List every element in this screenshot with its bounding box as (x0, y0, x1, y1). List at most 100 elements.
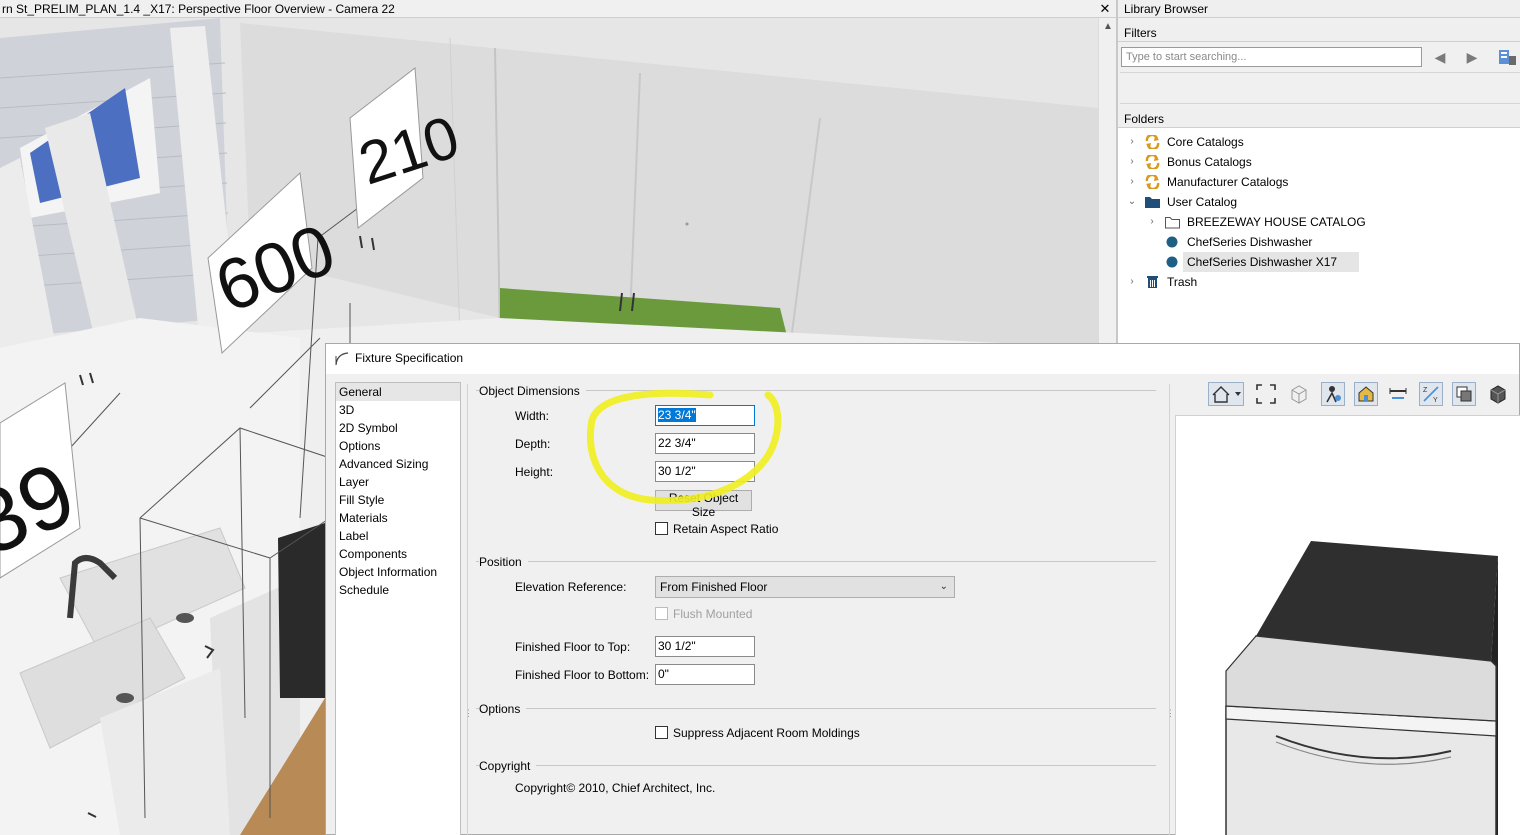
left-splitter[interactable] (467, 384, 468, 835)
3d-box-view-icon[interactable] (1486, 382, 1510, 406)
tree-item-bonus-catalogs[interactable]: › Bonus Catalogs (1118, 152, 1520, 172)
fixture-specification-dialog: Fixture Specification General 3D 2D Symb… (325, 343, 1520, 835)
retain-aspect-ratio-label: Retain Aspect Ratio (673, 522, 779, 536)
catalog-sync-icon (1145, 155, 1160, 169)
catalog-sync-icon (1145, 175, 1160, 189)
tree-item-label: User Catalog (1167, 195, 1238, 209)
copyright-heading: Copyright (479, 759, 537, 773)
tree-item-breezeway-house-catalog[interactable]: › BREEZEWAY HOUSE CATALOG (1118, 212, 1520, 232)
suppress-adjacent-room-moldings-checkbox[interactable] (655, 726, 668, 739)
tree-item-chefseries-dishwasher[interactable]: ChefSeries Dishwasher (1118, 232, 1520, 252)
chevron-down-icon[interactable]: ⌄ (1126, 192, 1138, 212)
depth-input[interactable]: 22 3/4" (655, 433, 755, 454)
dialog-title: Fixture Specification (355, 351, 464, 365)
forward-arrow-icon[interactable]: ▶ (1464, 48, 1480, 66)
retain-aspect-ratio-checkbox[interactable] (655, 522, 668, 535)
flush-mounted-label: Flush Mounted (673, 607, 753, 621)
width-input[interactable]: 23 3/4" (655, 405, 755, 426)
object-dimensions-heading: Object Dimensions (479, 384, 586, 398)
tree-item-label: Manufacturer Catalogs (1167, 175, 1289, 189)
height-input[interactable]: 30 1/2" (655, 461, 755, 482)
library-search-row: ◀ ▶ (1118, 42, 1520, 72)
finished-floor-to-top-input[interactable]: 30 1/2" (655, 636, 755, 657)
trash-icon (1147, 276, 1158, 288)
tree-item-chefseries-dishwasher-x17[interactable]: ChefSeries Dishwasher X17 (1118, 252, 1520, 272)
height-label: Height: (515, 465, 554, 479)
material-view-icon[interactable] (1354, 382, 1378, 406)
tree-item-trash[interactable]: › Trash (1118, 272, 1520, 292)
dialog-category-list[interactable]: General 3D 2D Symbol Options Advanced Si… (335, 382, 461, 835)
viewport-title: rn St_PRELIM_PLAN_1.4 _X17: Perspective … (2, 2, 395, 16)
options-heading: Options (479, 702, 527, 716)
group-divider (476, 561, 1156, 562)
tree-item-user-catalog[interactable]: ⌄ User Catalog (1118, 192, 1520, 212)
tree-item-label: ChefSeries Dishwasher X17 (1183, 252, 1360, 272)
dialog-title-bar[interactable]: Fixture Specification (326, 344, 1519, 374)
nav-item-options[interactable]: Options (336, 437, 460, 455)
object-dot-icon (1166, 236, 1178, 248)
depth-label: Depth: (515, 437, 551, 451)
nav-item-fill-style[interactable]: Fill Style (336, 491, 460, 509)
library-search-input[interactable] (1121, 47, 1422, 67)
splitter-grip-icon[interactable]: ⋮ (464, 708, 473, 719)
tree-item-manufacturer-catalogs[interactable]: › Manufacturer Catalogs (1118, 172, 1520, 192)
folders-label: Folders (1118, 110, 1520, 128)
chevron-right-icon[interactable]: › (1126, 172, 1138, 192)
library-view-options-icon[interactable] (1496, 46, 1518, 68)
layers-view-icon[interactable] (1452, 382, 1476, 406)
chevron-right-icon[interactable]: › (1126, 272, 1138, 292)
fixture-3d-preview[interactable] (1175, 415, 1520, 835)
camera-view-dropdown-icon[interactable] (1208, 382, 1244, 406)
back-arrow-icon[interactable]: ◀ (1432, 48, 1448, 66)
group-divider (476, 708, 1156, 709)
fill-window-icon[interactable] (1254, 382, 1278, 406)
tree-item-label: Bonus Catalogs (1167, 155, 1252, 169)
wireframe-view-icon[interactable] (1287, 382, 1311, 406)
close-icon[interactable]: ✕ (1098, 0, 1112, 18)
tree-item-label: BREEZEWAY HOUSE CATALOG (1187, 215, 1366, 229)
chevron-right-icon[interactable]: › (1126, 132, 1138, 152)
orbit-view-icon[interactable] (1321, 382, 1345, 406)
tree-item-core-catalogs[interactable]: › Core Catalogs (1118, 132, 1520, 152)
library-browser-panel: Library Browser Filters ◀ ▶ Folders › Co… (1116, 0, 1520, 345)
folder-outline-icon (1165, 217, 1180, 229)
finished-floor-to-bottom-input[interactable]: 0" (655, 664, 755, 685)
nav-item-layer[interactable]: Layer (336, 473, 460, 491)
width-label: Width: (515, 409, 550, 423)
elevation-reference-value: From Finished Floor (660, 580, 768, 594)
right-splitter[interactable] (1169, 384, 1170, 835)
tree-item-label: Core Catalogs (1167, 135, 1244, 149)
nav-item-components[interactable]: Components (336, 545, 460, 563)
library-browser-title: Library Browser (1118, 0, 1520, 18)
library-folder-tree[interactable]: › Core Catalogs › Bonus Catalogs › Manuf… (1118, 128, 1520, 345)
chevron-up-icon[interactable]: ▲ (1101, 20, 1115, 34)
splitter-grip-icon[interactable]: ⋮ (1166, 708, 1175, 719)
catalog-sync-icon (1145, 135, 1160, 149)
nav-item-2d-symbol[interactable]: 2D Symbol (336, 419, 460, 437)
finished-floor-to-bottom-label: Finished Floor to Bottom: (515, 668, 650, 682)
copyright-text: Copyright© 2010, Chief Architect, Inc. (515, 781, 716, 795)
chevron-right-icon[interactable]: › (1126, 152, 1138, 172)
width-value: 23 3/4" (658, 408, 696, 422)
flush-mounted-checkbox[interactable] (655, 607, 668, 620)
nav-item-object-information[interactable]: Object Information (336, 563, 460, 581)
viewport-title-bar: rn St_PRELIM_PLAN_1.4 _X17: Perspective … (0, 0, 1116, 18)
folder-filled-icon (1145, 197, 1160, 208)
nav-item-materials[interactable]: Materials (336, 509, 460, 527)
finished-floor-to-top-label: Finished Floor to Top: (515, 640, 631, 654)
elevation-reference-dropdown[interactable]: From Finished Floor ⌄ (655, 576, 955, 598)
reset-object-size-button[interactable]: Reset Object Size (655, 490, 752, 519)
nav-item-general[interactable]: General (336, 383, 460, 401)
tree-item-label: Trash (1167, 275, 1198, 289)
axis-view-icon[interactable]: ZY (1419, 382, 1443, 406)
object-dot-icon (1166, 256, 1178, 268)
fixture-arc-icon (335, 352, 349, 366)
nav-item-advanced-sizing[interactable]: Advanced Sizing (336, 455, 460, 473)
chevron-right-icon[interactable]: › (1146, 212, 1158, 232)
dimension-line-icon[interactable] (1386, 382, 1410, 406)
tree-item-label: ChefSeries Dishwasher (1187, 235, 1313, 249)
nav-item-schedule[interactable]: Schedule (336, 581, 460, 599)
nav-item-label[interactable]: Label (336, 527, 460, 545)
nav-item-3d[interactable]: 3D (336, 401, 460, 419)
dishwasher-preview-image (1225, 541, 1498, 835)
